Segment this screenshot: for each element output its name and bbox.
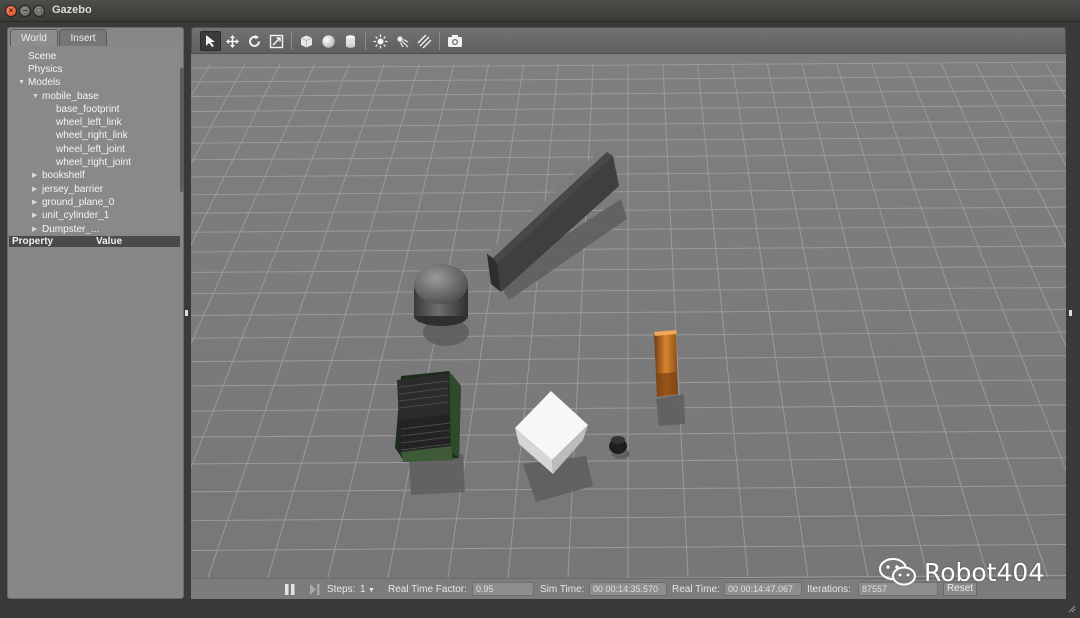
translate-icon <box>226 34 239 48</box>
window-title: Gazebo <box>52 4 92 16</box>
left-splitter-handle[interactable] <box>185 310 188 316</box>
sim-time-label: Sim Time: <box>540 584 585 595</box>
rotate-icon <box>249 34 260 47</box>
watermark: Robot404 <box>878 556 1044 588</box>
steps-label: Steps: <box>327 584 356 595</box>
collapse-arrow-icon[interactable]: ▶ <box>32 169 37 182</box>
tree-item-bookshelf[interactable]: bookshelf <box>42 169 85 182</box>
real-time-label: Real Time: <box>672 584 720 595</box>
toolbar-separator <box>365 32 366 50</box>
value-column-header: Value <box>96 236 123 247</box>
pause-icon <box>285 584 295 595</box>
world-tree: Scene Physics ▼ Models ▼ mobile_base bas… <box>9 46 180 234</box>
minimize-window-button[interactable]: – <box>19 5 31 17</box>
translate-mode-button[interactable] <box>222 31 243 51</box>
scale-mode-button[interactable] <box>266 31 287 51</box>
toolbar-separator <box>439 32 440 50</box>
real-time-field: 00 00:14:47.067 <box>724 582 802 596</box>
point-light-icon <box>373 34 388 48</box>
scale-icon <box>269 34 284 48</box>
spot-light-icon <box>397 35 409 47</box>
tree-item-unit-cylinder[interactable]: unit_cylinder_1 <box>42 209 109 222</box>
expand-arrow-icon[interactable]: ▼ <box>18 76 25 89</box>
collapse-arrow-icon[interactable]: ▶ <box>32 209 37 222</box>
tree-item-mobile-base[interactable]: mobile_base <box>42 90 99 103</box>
tree-item-ground-plane[interactable]: ground_plane_0 <box>42 196 114 209</box>
toolbar-separator <box>291 32 292 50</box>
bookshelf-model[interactable] <box>654 330 678 397</box>
insert-sphere-button[interactable] <box>318 31 339 51</box>
directional-light-icon <box>417 34 432 48</box>
sphere-icon <box>322 34 335 48</box>
insert-box-button[interactable] <box>296 31 317 51</box>
steps-dropdown-icon[interactable]: ▼ <box>368 587 375 594</box>
tree-item-wheel-right-link[interactable]: wheel_right_link <box>56 129 128 142</box>
tree-item-models[interactable]: Models <box>28 76 60 89</box>
tree-item-physics[interactable]: Physics <box>28 63 62 76</box>
mobile-base-model[interactable] <box>609 436 627 454</box>
tree-item-wheel-right-joint[interactable]: wheel_right_joint <box>56 156 131 169</box>
steps-value[interactable]: 1 <box>360 584 366 595</box>
maximize-icon: □ <box>36 6 42 15</box>
tree-scrollbar[interactable] <box>180 68 184 192</box>
property-column-header: Property <box>12 236 54 247</box>
step-forward-icon <box>310 584 320 595</box>
unit-cylinder-model[interactable] <box>414 264 468 326</box>
step-button[interactable] <box>309 583 321 601</box>
tree-item-base-footprint[interactable]: base_footprint <box>56 103 119 116</box>
maximize-window-button[interactable]: □ <box>33 5 45 17</box>
box-icon <box>300 35 313 47</box>
close-icon: × <box>8 6 14 15</box>
toolbar <box>191 27 1066 54</box>
collapse-arrow-icon[interactable]: ▶ <box>32 196 37 209</box>
watermark-text: Robot404 <box>924 557 1045 587</box>
insert-point-light-button[interactable] <box>370 31 391 51</box>
real-time-factor-field: 0.95 <box>472 582 534 596</box>
tab-insert[interactable]: Insert <box>59 29 107 46</box>
tree-item-scene[interactable]: Scene <box>28 50 56 63</box>
cylinder-icon <box>346 34 355 48</box>
tree-item-dumpster[interactable]: Dumpster_... <box>42 223 99 234</box>
insert-spot-light-button[interactable] <box>392 31 413 51</box>
property-table-header: Property Value <box>9 236 180 247</box>
left-panel: World Insert Scene Physics ▼ Models ▼ mo… <box>7 27 184 599</box>
gazebo-window: × – □ Gazebo World Insert Scene Physics … <box>0 0 1080 618</box>
sim-time-field: 00 00:14:35.570 <box>589 582 667 596</box>
property-table <box>9 248 182 598</box>
tree-item-jersey-barrier[interactable]: jersey_barrier <box>42 183 103 196</box>
tree-item-wheel-left-link[interactable]: wheel_left_link <box>56 116 122 129</box>
rotate-mode-button[interactable] <box>244 31 265 51</box>
select-arrow-icon <box>205 35 215 47</box>
insert-directional-light-button[interactable] <box>414 31 435 51</box>
real-time-factor-label: Real Time Factor: <box>388 584 467 595</box>
resize-grip-icon[interactable] <box>1066 603 1076 613</box>
tree-item-wheel-left-joint[interactable]: wheel_left_joint <box>56 143 125 156</box>
right-splitter-handle[interactable] <box>1069 310 1072 316</box>
title-bar: × – □ Gazebo <box>0 0 1080 22</box>
collapse-arrow-icon[interactable]: ▶ <box>32 223 37 234</box>
scene-render <box>191 54 1066 578</box>
collapse-arrow-icon[interactable]: ▶ <box>32 183 37 196</box>
dumpster-model[interactable] <box>395 371 461 462</box>
insert-cylinder-button[interactable] <box>340 31 361 51</box>
pause-button[interactable] <box>284 583 296 601</box>
scene-viewport[interactable] <box>191 54 1066 578</box>
screenshot-button[interactable] <box>444 31 465 51</box>
close-window-button[interactable]: × <box>5 5 17 17</box>
iterations-label: Iterations: <box>807 584 851 595</box>
expand-arrow-icon[interactable]: ▼ <box>32 90 39 103</box>
minimize-icon: – <box>22 6 28 15</box>
tab-world[interactable]: World <box>10 29 58 46</box>
select-mode-button[interactable] <box>200 31 221 51</box>
screenshot-icon <box>447 35 462 47</box>
wechat-logo-icon <box>879 558 916 586</box>
